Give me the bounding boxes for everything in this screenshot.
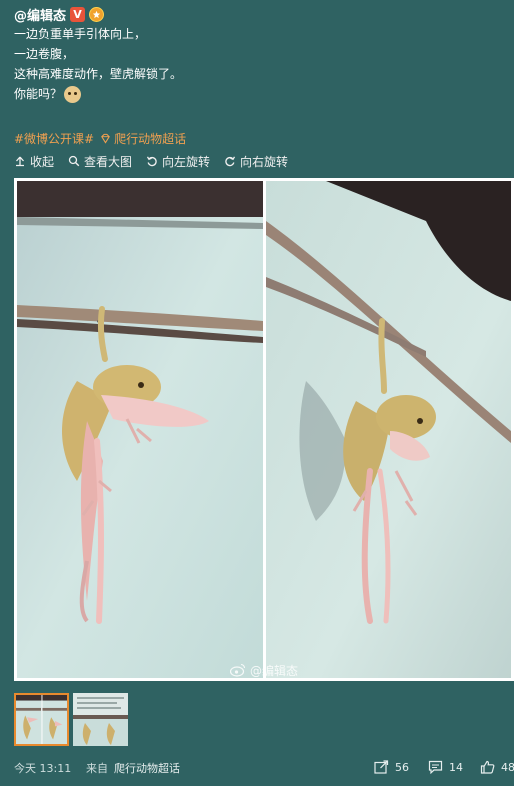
rotate-right-label: 向右旋转	[240, 154, 289, 169]
comment-icon	[428, 760, 443, 774]
thumbnail-1[interactable]	[14, 693, 69, 746]
gecko-photo-left	[17, 181, 263, 678]
author-line: @编辑态 V	[14, 4, 105, 24]
topic-link[interactable]: #微博公开课#	[14, 130, 94, 147]
image-watermark: @编辑态	[230, 662, 298, 678]
rotate-right-button[interactable]: 向右旋转	[224, 153, 288, 170]
source-link[interactable]: 爬行动物超话	[114, 760, 180, 776]
doge-emoji-icon	[64, 86, 82, 103]
thumbs-up-icon	[480, 760, 495, 774]
post-line: 你能吗？	[14, 87, 63, 101]
supertopic-label: 爬行动物超话	[114, 131, 187, 146]
comment-button[interactable]: 14	[428, 760, 463, 774]
rotate-left-icon	[146, 156, 157, 167]
photo-left	[17, 181, 263, 678]
weibo-post: @编辑态 V 一边负重单手引体向上， 一边卷腹， 这种高难度动作，壁虎解锁了。 …	[0, 0, 514, 786]
author-name[interactable]: @编辑态	[14, 5, 66, 24]
post-line: 一边负重单手引体向上，	[14, 27, 147, 41]
thumbnail-image	[73, 693, 128, 746]
gecko-photo-right	[266, 181, 511, 678]
collapse-icon	[16, 156, 24, 167]
rotate-left-label: 向左旋转	[162, 154, 211, 169]
rotate-right-icon	[225, 156, 236, 167]
post-line-last: 你能吗？	[14, 84, 182, 104]
post-time[interactable]: 今天 13:11	[14, 760, 71, 776]
view-large-button[interactable]: 查看大图	[68, 153, 132, 170]
medal-icon[interactable]	[89, 6, 105, 22]
post-text: 一边负重单手引体向上， 一边卷腹， 这种高难度动作，壁虎解锁了。 你能吗？	[14, 24, 182, 104]
like-button[interactable]: 48	[480, 760, 514, 774]
verified-icon[interactable]: V	[70, 6, 86, 22]
topic-row: #微博公开课# 爬行动物超话	[14, 129, 186, 147]
comment-count: 14	[449, 760, 463, 774]
source-label: 来自	[86, 762, 108, 775]
thumbnail-2[interactable]	[73, 693, 128, 746]
supertopic-icon	[101, 133, 110, 144]
post-line: 这种高难度动作，壁虎解锁了。	[14, 67, 183, 81]
zoom-icon	[68, 155, 80, 167]
post-footer: 今天 13:11 来自 爬行动物超话 56 14 48	[14, 760, 514, 778]
post-line: 一边卷腹，	[14, 47, 75, 61]
repost-button[interactable]: 56	[374, 760, 409, 774]
collapse-button[interactable]: 收起	[14, 153, 54, 170]
rotate-left-button[interactable]: 向左旋转	[146, 153, 210, 170]
like-count: 48	[501, 760, 514, 774]
repost-count: 56	[395, 760, 409, 774]
repost-icon	[374, 760, 389, 774]
post-image[interactable]	[14, 178, 514, 681]
watermark-text: @编辑态	[250, 663, 299, 678]
view-large-label: 查看大图	[84, 154, 133, 169]
thumbnail-image	[16, 695, 67, 744]
supertopic-link[interactable]: 爬行动物超话	[100, 130, 186, 147]
image-toolbar: 收起 查看大图 向左旋转 向右旋转	[14, 152, 288, 170]
thumbnail-strip	[14, 693, 128, 746]
collapse-label: 收起	[30, 154, 55, 169]
photo-right	[266, 181, 511, 678]
weibo-logo-icon	[230, 663, 246, 677]
